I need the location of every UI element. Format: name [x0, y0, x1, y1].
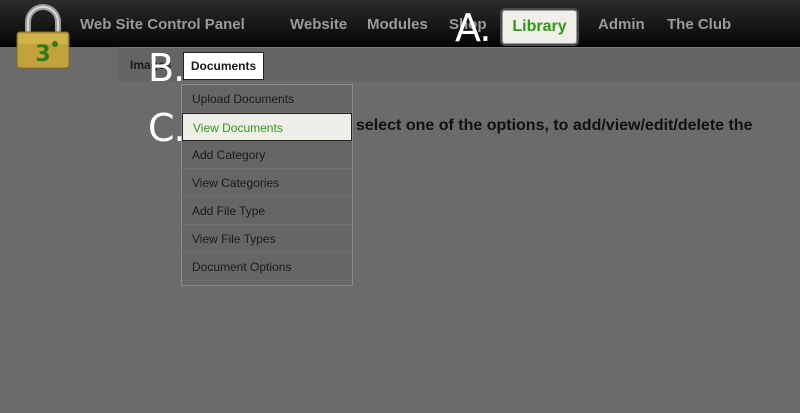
menu-item-upload-documents[interactable]: Upload Documents: [182, 85, 352, 113]
padlock-logo-icon: 3: [16, 4, 70, 69]
nav-website[interactable]: Website: [290, 16, 347, 33]
top-navigation-bar: Web Site Control Panel Website Modules S…: [0, 0, 800, 47]
documents-dropdown-menu: Upload Documents View Documents Add Cate…: [181, 84, 353, 286]
menu-item-document-options[interactable]: Document Options: [182, 253, 352, 281]
nav-modules[interactable]: Modules: [367, 16, 428, 33]
menu-item-view-categories[interactable]: View Categories: [182, 169, 352, 197]
menu-item-add-file-type[interactable]: Add File Type: [182, 197, 352, 225]
instruction-text: select one of the options, to add/view/e…: [356, 117, 753, 134]
nav-the-club[interactable]: The Club: [667, 16, 731, 33]
annotation-marker-a: A.: [455, 6, 491, 50]
app-title: Web Site Control Panel: [80, 16, 245, 33]
nav-library[interactable]: Library: [500, 8, 579, 46]
svg-text:3: 3: [35, 42, 50, 67]
annotation-marker-c: C.: [148, 106, 186, 150]
menu-item-view-documents[interactable]: View Documents: [182, 113, 352, 141]
menu-item-view-file-types[interactable]: View File Types: [182, 225, 352, 253]
menu-item-add-category[interactable]: Add Category: [182, 141, 352, 169]
subnav-documents[interactable]: Documents: [183, 52, 264, 80]
annotation-marker-b: B.: [148, 46, 185, 90]
nav-admin[interactable]: Admin: [598, 16, 645, 33]
nav-library-label: Library: [502, 10, 577, 44]
